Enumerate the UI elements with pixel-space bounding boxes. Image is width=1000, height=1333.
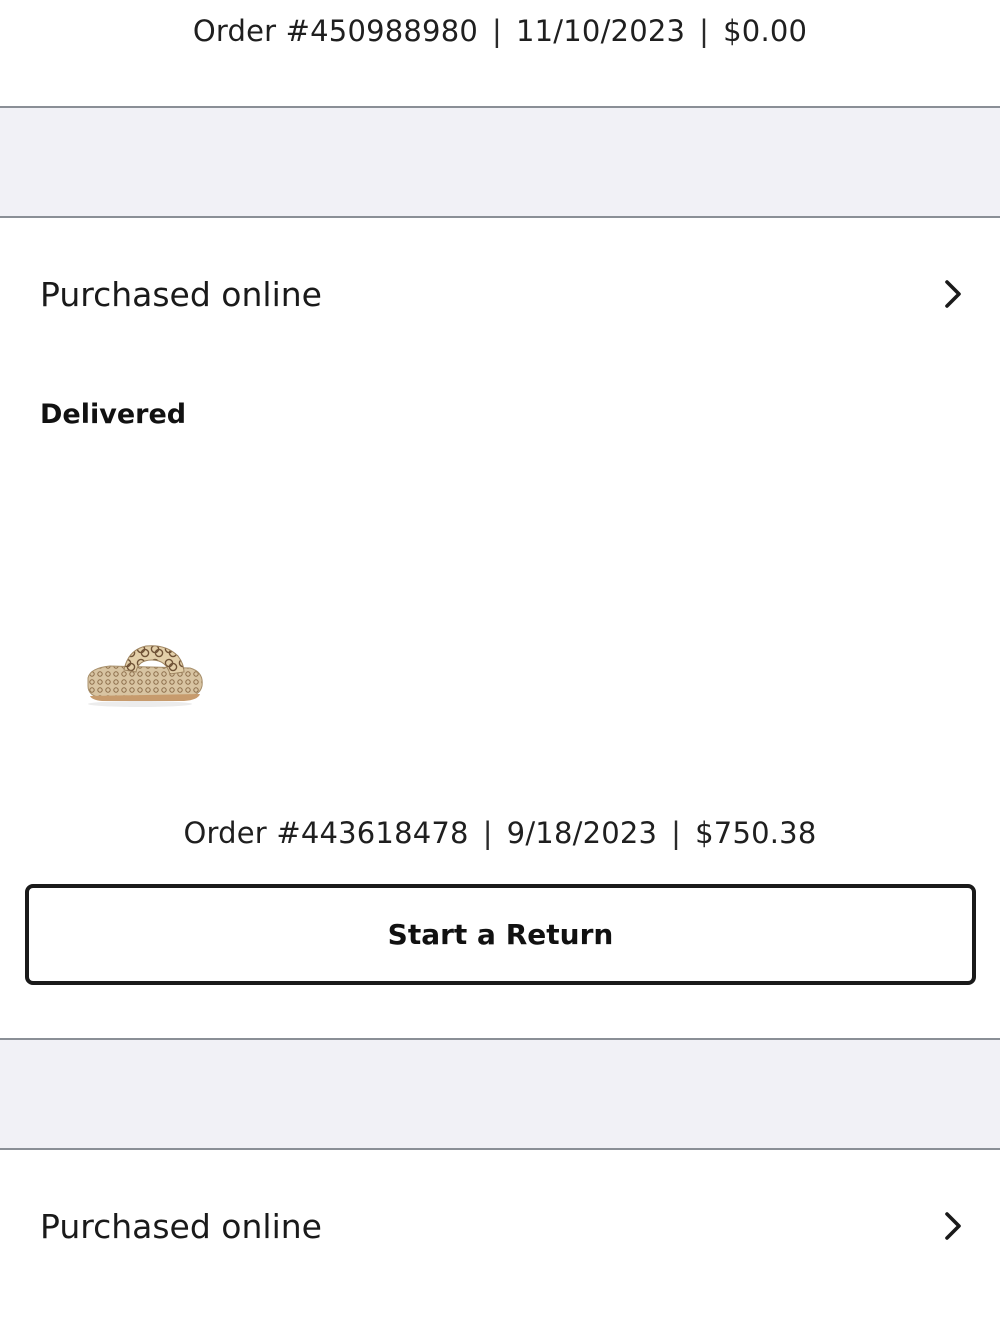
- orders-page: Order #450988980 | 11/10/2023 | $0.00 Purcha…: [0, 0, 1000, 1333]
- separator: |: [699, 14, 710, 48]
- purchase-channel-label: Purchased online: [40, 1207, 322, 1246]
- separator: |: [671, 816, 682, 850]
- order-number: Order #450988980: [192, 14, 479, 48]
- order-number: Order #443618478: [183, 816, 469, 850]
- section-divider: [0, 1038, 1000, 1150]
- product-image[interactable]: [80, 630, 210, 710]
- purchase-channel-label: Purchased online: [40, 275, 322, 314]
- order-date: 11/10/2023: [516, 14, 686, 48]
- separator: |: [482, 816, 493, 850]
- order-summary-line: Order #450988980 | 11/10/2023 | $0.00: [0, 14, 1000, 48]
- purchased-online-row[interactable]: Purchased online: [0, 265, 1000, 325]
- delivery-status: Delivered: [40, 399, 187, 430]
- purchased-online-row[interactable]: Purchased online: [0, 1197, 1000, 1257]
- chevron-right-icon: [945, 1212, 961, 1240]
- section-divider: [0, 106, 1000, 218]
- order-total: $750.38: [695, 816, 817, 850]
- order-total: $0.00: [723, 14, 808, 48]
- separator: |: [492, 14, 502, 48]
- chevron-right-icon: [945, 280, 961, 308]
- start-return-button[interactable]: Start a Return: [25, 884, 976, 985]
- order-date: 9/18/2023: [506, 816, 658, 850]
- order-summary-line: Order #443618478 | 9/18/2023 | $750.38: [0, 816, 1000, 850]
